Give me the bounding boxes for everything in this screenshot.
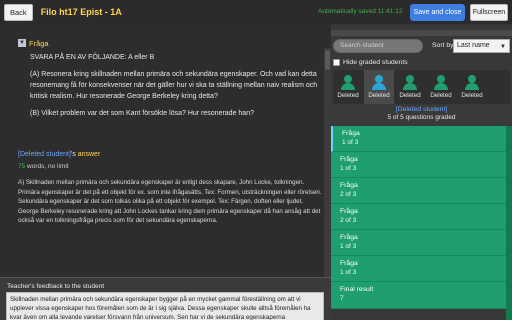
final-result-title: Final result <box>340 286 374 293</box>
fullscreen-button[interactable]: Fullscreen <box>470 4 508 21</box>
question-nav-item[interactable]: Fråga 2 of 3 <box>331 178 512 204</box>
question-nav-count: 1 of 3 <box>340 165 357 172</box>
question-nav-title: Fråga <box>340 234 358 241</box>
question-nav-item[interactable]: Fråga 1 of 3 <box>331 152 512 178</box>
question-nav-title: Fråga <box>340 156 358 163</box>
save-and-close-button[interactable]: Save and close <box>410 4 465 21</box>
word-count: 75 words, no limit <box>18 163 69 170</box>
question-nav-count: 2 of 3 <box>340 191 357 198</box>
avatar-icon <box>344 75 352 83</box>
question-nav-count: 2 of 3 <box>340 217 357 224</box>
avatar-body <box>341 83 355 90</box>
avatar-icon <box>375 75 383 83</box>
sort-label: Sort by <box>432 42 454 49</box>
final-result-item[interactable]: Final result 7 <box>331 282 512 309</box>
question-paragraph: (A) Resonera kring skillnaden mellan pri… <box>30 71 318 100</box>
question-nav-count: 1 of 3 <box>342 139 359 146</box>
feedback-textarea[interactable]: Skillnaden mellan primära och sekundära … <box>6 292 324 320</box>
final-result-value: 7 <box>340 295 344 302</box>
avatar-icon <box>406 75 414 83</box>
selected-student-name: [Deleted student] <box>395 106 448 113</box>
question-nav-item[interactable]: Fråga 1 of 3 <box>331 256 512 282</box>
hide-graded-label: Hide graded students <box>343 59 408 66</box>
hide-graded-toggle[interactable]: Hide graded students <box>333 59 408 66</box>
student-card[interactable]: Deleted <box>364 70 394 104</box>
avatar-icon <box>468 75 476 83</box>
student-name: Deleted <box>337 92 359 99</box>
student-name: Deleted <box>461 92 483 99</box>
question-nav-title: Fråga <box>342 130 360 137</box>
question-section: ▼ Fråga SVARA PÅ EN AV FÖLJANDE: A eller… <box>0 38 331 125</box>
answer-student-name[interactable]: [Deleted student] <box>18 151 71 158</box>
chevron-down-icon: ▼ <box>500 44 506 50</box>
feedback-label: Teacher's feedback to the student <box>7 283 104 290</box>
back-button[interactable]: Back <box>4 3 33 21</box>
question-nav-title: Fråga <box>340 208 358 215</box>
question-nav-item[interactable]: Fråga 1 of 3 <box>331 230 512 256</box>
question-paragraph: SVARA PÅ EN AV FÖLJANDE: A eller B <box>30 54 155 61</box>
question-header[interactable]: ▼ Fråga <box>18 38 331 48</box>
feedback-section: Teacher's feedback to the student Skilln… <box>0 277 331 320</box>
question-nav-list: Fråga 1 of 3 Fråga 1 of 3 Fråga 2 of 3 F… <box>331 126 512 309</box>
hide-graded-checkbox[interactable] <box>333 59 340 66</box>
graded-summary: 5 of 5 questions graded <box>387 114 456 121</box>
question-nav-title: Fråga <box>340 182 358 189</box>
student-sidebar: Search student Sort by Last name ▼ Hide … <box>331 24 512 320</box>
student-name: Deleted <box>430 92 452 99</box>
answer-possessive: 's <box>70 151 78 158</box>
search-student-input[interactable]: Search student <box>333 39 423 53</box>
top-bar: Back Filo ht17 Epist - 1A Automatically … <box>0 0 512 24</box>
avatar-body <box>465 83 479 90</box>
avatar-body <box>372 83 386 90</box>
student-list: Deleted Deleted Deleted Deleted Deleted <box>333 70 510 104</box>
answer-label: answer <box>77 151 101 158</box>
content-scrollbar[interactable] <box>324 48 331 296</box>
student-card[interactable]: Deleted <box>426 70 456 104</box>
word-count-suffix: words, no limit <box>25 163 69 170</box>
collapse-triangle-icon[interactable]: ▼ <box>18 39 26 47</box>
question-paragraph: (B) Vilket problem var det som Kant förs… <box>30 110 254 117</box>
question-nav-item[interactable]: Fråga 2 of 3 <box>331 204 512 230</box>
student-card[interactable]: Deleted <box>457 70 487 104</box>
question-label: Fråga <box>29 38 49 48</box>
avatar-body <box>403 83 417 90</box>
sidebar-scrollbar[interactable] <box>506 126 512 320</box>
sidebar-top-strip <box>331 30 512 36</box>
avatar-icon <box>437 75 445 83</box>
page-title: Filo ht17 Epist - 1A <box>40 7 122 17</box>
question-text: SVARA PÅ EN AV FÖLJANDE: A eller B (A) R… <box>18 52 331 119</box>
sort-select[interactable]: Last name ▼ <box>453 39 510 53</box>
student-name: Deleted <box>399 92 421 99</box>
student-card[interactable]: Deleted <box>395 70 425 104</box>
selected-student-summary: [Deleted student] 5 of 5 questions grade… <box>331 105 512 125</box>
sort-value: Last name <box>457 42 490 49</box>
autosave-status: Automatically saved 11:41:12 <box>318 8 403 15</box>
answer-heading: [Deleted student]'s answer <box>18 151 100 158</box>
question-nav-item[interactable]: Fråga 1 of 3 <box>331 126 512 152</box>
question-nav-count: 1 of 3 <box>340 243 357 250</box>
question-nav-count: 1 of 3 <box>340 269 357 276</box>
student-name: Deleted <box>368 92 390 99</box>
question-nav-title: Fråga <box>340 260 358 267</box>
avatar-body <box>434 83 448 90</box>
answer-text: A) Skillnaden mellan primära och sekundä… <box>18 179 322 225</box>
student-card[interactable]: Deleted <box>333 70 363 104</box>
grading-panel: ▼ Fråga SVARA PÅ EN AV FÖLJANDE: A eller… <box>0 24 331 320</box>
